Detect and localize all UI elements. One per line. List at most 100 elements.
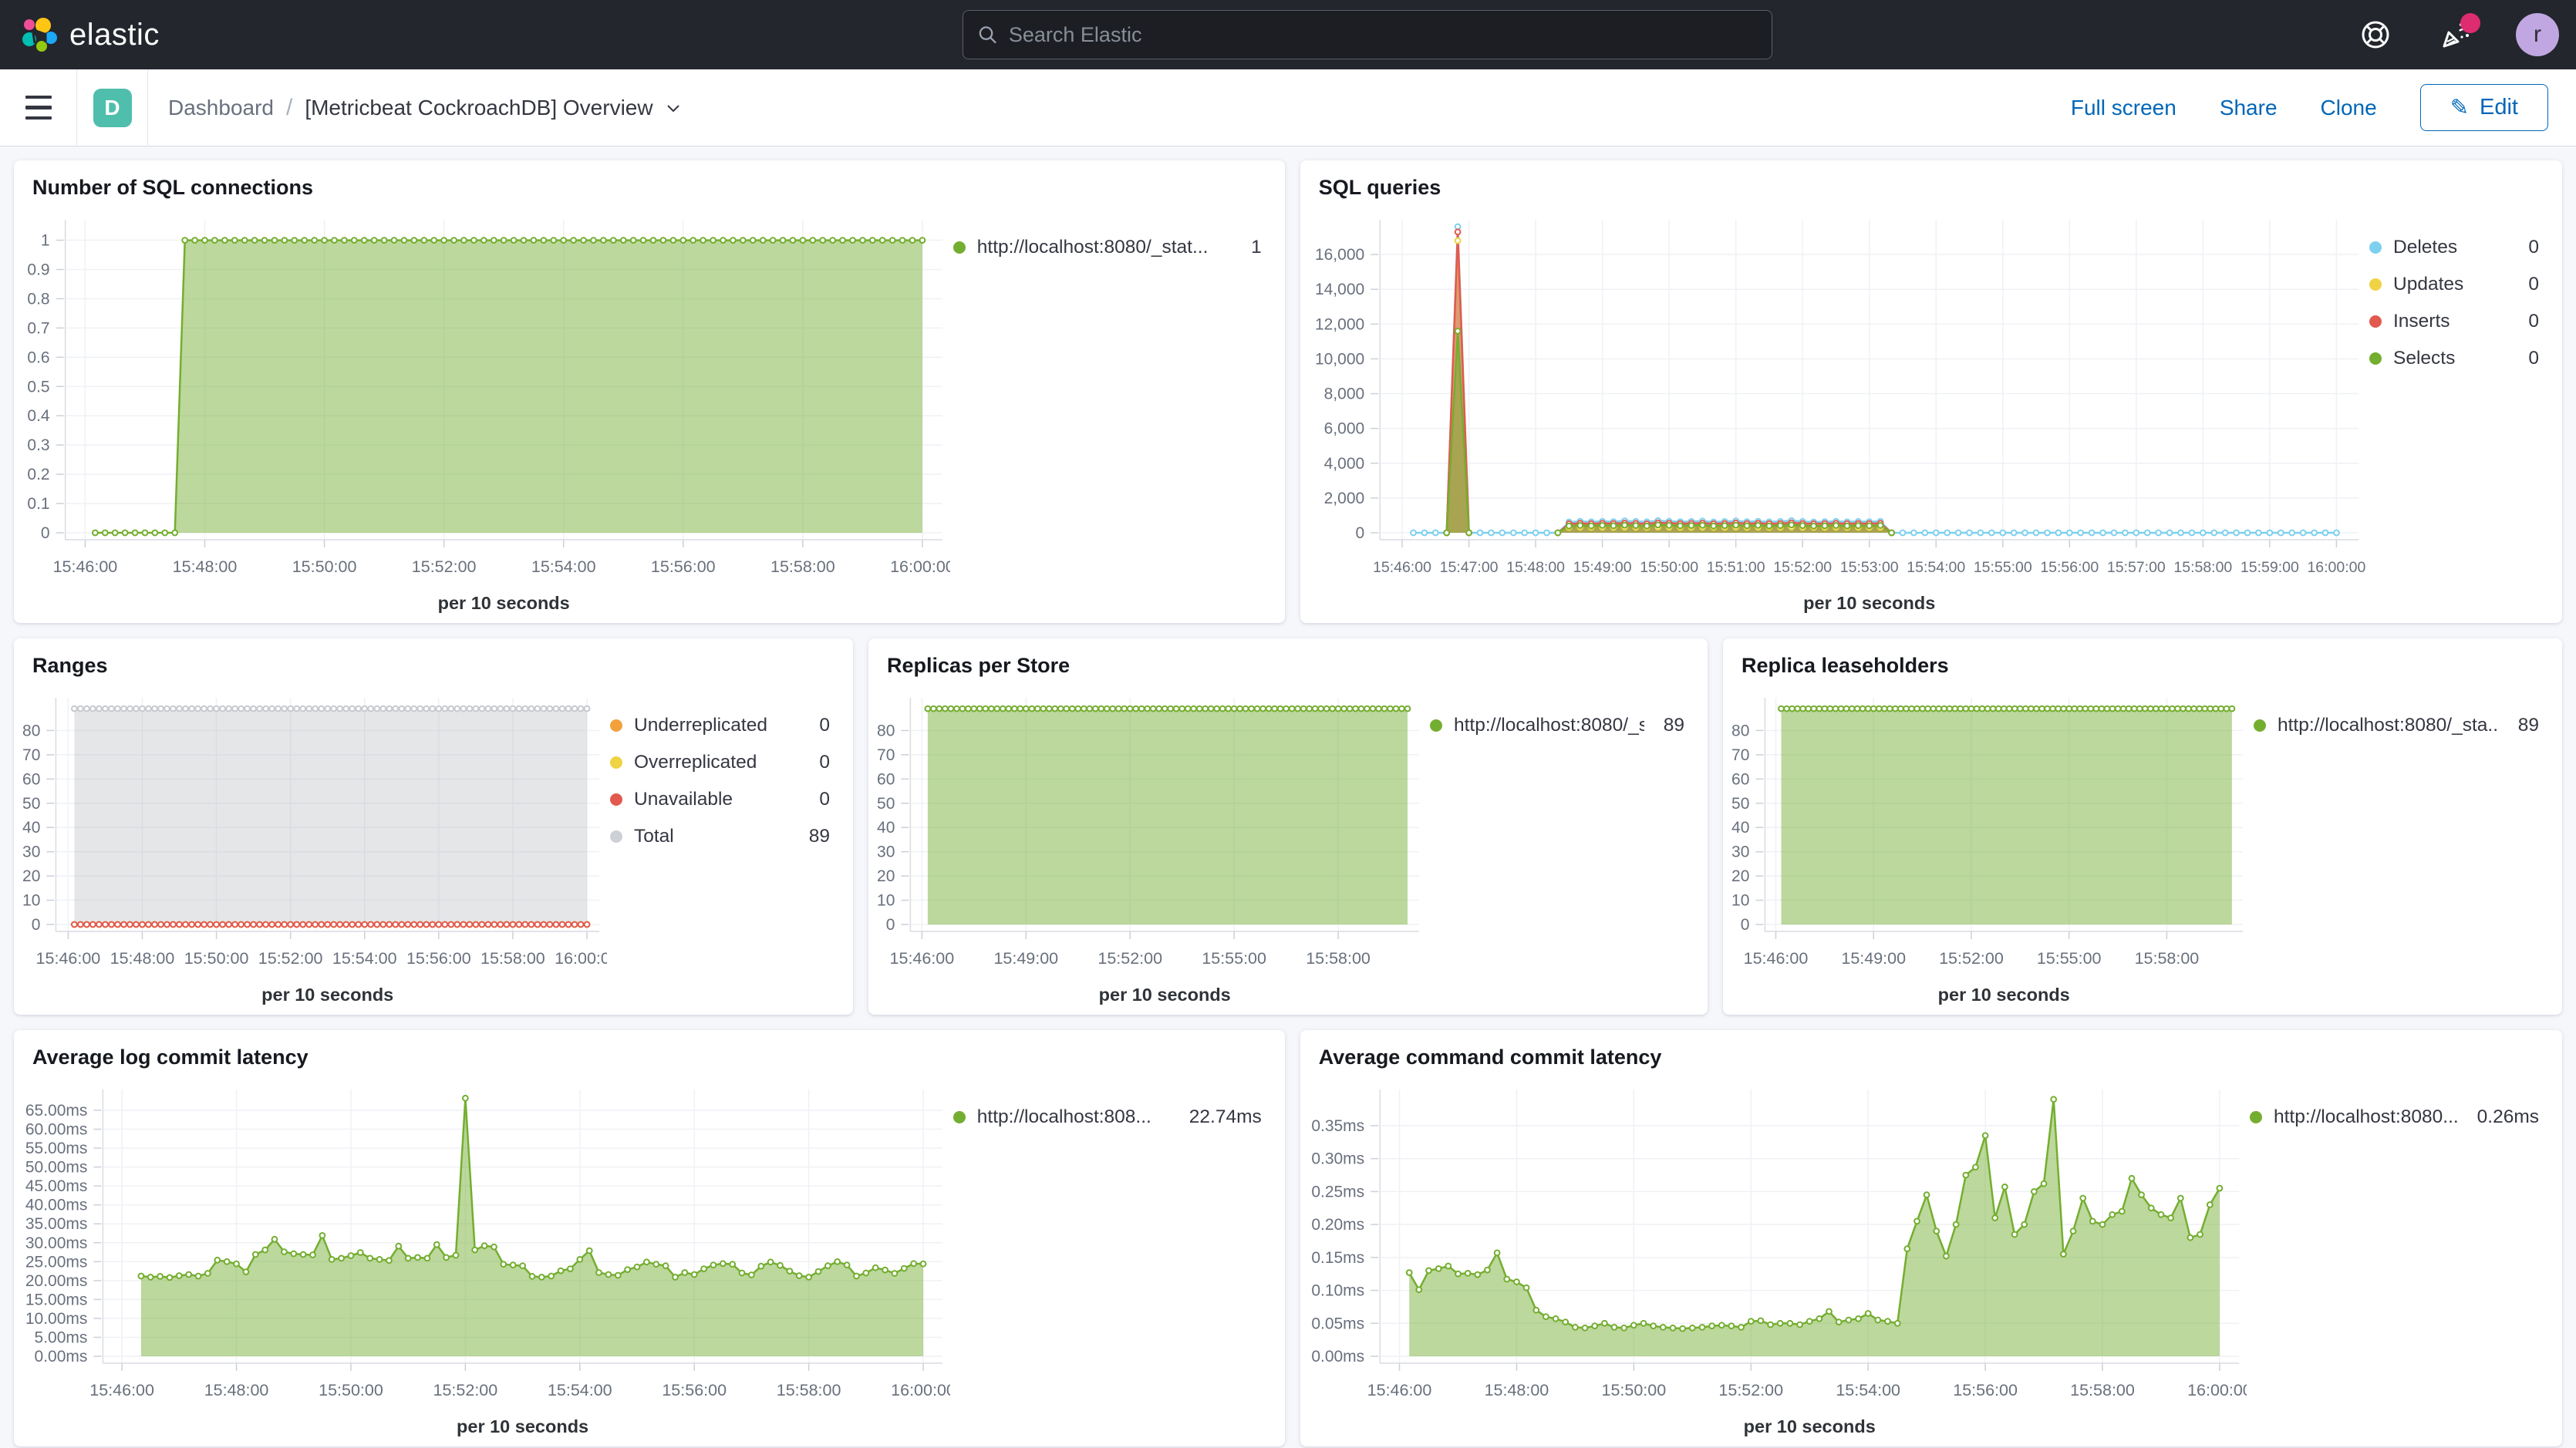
svg-text:15:47:00: 15:47:00	[1439, 559, 1498, 576]
page-title-text: [Metricbeat CockroachDB] Overview	[305, 96, 652, 120]
legend-value: 89	[1664, 715, 1684, 736]
svg-text:15:46:00: 15:46:00	[1373, 559, 1431, 576]
help-icon[interactable]	[2355, 15, 2396, 55]
panel-sql-connections: Number of SQL connections 15:46:0015:48:…	[14, 160, 1285, 623]
svg-text:15:52:00: 15:52:00	[258, 949, 323, 968]
legend-item[interactable]: Underreplicated0	[610, 715, 830, 736]
svg-text:15:58:00: 15:58:00	[2070, 1381, 2135, 1399]
space-badge[interactable]: D	[93, 89, 132, 127]
space-initial: D	[104, 96, 120, 120]
svg-text:16:00:00: 16:00:00	[2307, 559, 2365, 576]
svg-text:per 10 seconds: per 10 seconds	[1743, 1416, 1875, 1436]
legend-color-dot	[2369, 352, 2382, 365]
legend-value: 0	[2528, 348, 2539, 369]
svg-text:0.2: 0.2	[27, 466, 49, 483]
svg-text:15:56:00: 15:56:00	[1953, 1381, 2018, 1399]
breadcrumb-dashboard-link[interactable]: Dashboard	[168, 96, 274, 120]
breadcrumb: Dashboard / [Metricbeat CockroachDB] Ove…	[168, 95, 683, 121]
svg-text:50.00ms: 50.00ms	[25, 1159, 88, 1177]
ranges-chart[interactable]: 15:46:0015:48:0015:50:0015:52:0015:54:00…	[20, 679, 607, 1012]
sql-queries-chart[interactable]: 15:46:0015:47:0015:48:0015:49:0015:50:00…	[1307, 201, 2366, 620]
sql-connections-chart[interactable]: 15:46:0015:48:0015:50:0015:52:0015:54:00…	[20, 201, 950, 620]
svg-text:15:46:00: 15:46:00	[36, 949, 101, 968]
page-title[interactable]: [Metricbeat CockroachDB] Overview	[305, 96, 682, 120]
svg-text:15:54:00: 15:54:00	[1836, 1381, 1900, 1399]
svg-text:4,000: 4,000	[1323, 455, 1364, 473]
legend-item[interactable]: http://localhost:808...22.74ms	[953, 1106, 1262, 1128]
svg-text:20.00ms: 20.00ms	[25, 1272, 88, 1290]
svg-text:15:50:00: 15:50:00	[319, 1381, 383, 1399]
svg-text:8,000: 8,000	[1323, 386, 1364, 403]
legend-value: 0	[819, 752, 830, 773]
legend-item[interactable]: Inserts0	[2369, 311, 2539, 332]
newsfeed-icon[interactable]	[2436, 15, 2476, 55]
global-search[interactable]	[963, 10, 1772, 59]
legend-item[interactable]: Overreplicated0	[610, 752, 830, 773]
edit-button[interactable]: ✎ Edit	[2420, 84, 2548, 131]
legend-label: Inserts	[2393, 311, 2509, 332]
svg-text:0.10ms: 0.10ms	[1311, 1282, 1364, 1300]
panel-title: SQL queries	[1319, 176, 2562, 200]
svg-text:15:59:00: 15:59:00	[2241, 559, 2299, 576]
svg-text:10.00ms: 10.00ms	[25, 1310, 88, 1328]
svg-text:15:58:00: 15:58:00	[480, 949, 545, 968]
replicas-per-store-chart[interactable]: 15:46:0015:49:0015:52:0015:55:0015:58:00…	[875, 679, 1427, 1012]
legend-item[interactable]: Updates0	[2369, 274, 2539, 295]
svg-text:0: 0	[1355, 524, 1364, 542]
svg-text:15:50:00: 15:50:00	[184, 949, 249, 968]
svg-text:per 10 seconds: per 10 seconds	[457, 1416, 588, 1436]
legend-label: Total	[634, 826, 790, 847]
svg-text:15:57:00: 15:57:00	[2107, 559, 2166, 576]
svg-text:15:52:00: 15:52:00	[1939, 949, 2004, 968]
clone-button[interactable]: Clone	[2321, 96, 2377, 120]
svg-text:0.25ms: 0.25ms	[1311, 1183, 1364, 1200]
svg-text:0.15ms: 0.15ms	[1311, 1249, 1364, 1267]
svg-text:80: 80	[22, 722, 40, 739]
svg-text:6,000: 6,000	[1323, 420, 1364, 438]
legend-item[interactable]: Selects0	[2369, 348, 2539, 369]
search-icon	[977, 24, 998, 45]
svg-text:0: 0	[886, 916, 895, 934]
legend-value: 89	[2518, 715, 2539, 736]
elastic-brand[interactable]: elastic	[22, 17, 160, 52]
svg-text:10: 10	[22, 892, 40, 910]
legend-color-dot	[610, 793, 622, 806]
svg-text:20: 20	[1731, 867, 1749, 885]
svg-text:per 10 seconds: per 10 seconds	[1099, 985, 1231, 1005]
svg-text:15:46:00: 15:46:00	[89, 1381, 154, 1399]
svg-text:10: 10	[877, 892, 895, 910]
svg-text:0.00ms: 0.00ms	[1311, 1348, 1364, 1365]
legend-item[interactable]: http://localhost:8080/_sta...89	[2254, 715, 2539, 736]
legend-item[interactable]: http://localhost:8080...0.26ms	[2250, 1106, 2539, 1128]
avatar[interactable]: r	[2516, 13, 2559, 56]
menu-icon[interactable]	[0, 69, 77, 146]
svg-text:60: 60	[22, 770, 40, 788]
legend-item[interactable]: http://localhost:8080/_stat...1	[953, 237, 1262, 258]
search-input[interactable]	[1009, 23, 1758, 47]
command-commit-latency-chart[interactable]: 15:46:0015:48:0015:50:0015:52:0015:54:00…	[1307, 1071, 2247, 1443]
legend-item[interactable]: Unavailable0	[610, 789, 830, 810]
svg-text:50: 50	[22, 795, 40, 813]
svg-text:15:52:00: 15:52:00	[1773, 559, 1832, 576]
log-commit-latency-chart[interactable]: 15:46:0015:48:0015:50:0015:52:0015:54:00…	[20, 1071, 950, 1443]
svg-text:16,000: 16,000	[1315, 246, 1364, 264]
svg-text:0.5: 0.5	[27, 378, 49, 396]
svg-text:15:48:00: 15:48:00	[1484, 1381, 1549, 1399]
legend-item[interactable]: Total89	[610, 826, 830, 847]
svg-text:16:00:00: 16:00:00	[890, 557, 950, 576]
svg-text:14,000: 14,000	[1315, 281, 1364, 298]
svg-text:20: 20	[877, 867, 895, 885]
share-button[interactable]: Share	[2220, 96, 2278, 120]
full-screen-button[interactable]: Full screen	[2071, 96, 2176, 120]
svg-text:15:49:00: 15:49:00	[993, 949, 1058, 968]
legend-item[interactable]: http://localhost:8080/_sta...89	[1430, 715, 1684, 736]
svg-text:0.3: 0.3	[27, 436, 49, 454]
chart-legend: Deletes0Updates0Inserts0Selects0	[2366, 201, 2559, 620]
panel-title: Replica leaseholders	[1741, 654, 2562, 678]
replica-leaseholders-chart[interactable]: 15:46:0015:49:0015:52:0015:55:0015:58:00…	[1729, 679, 2251, 1012]
svg-text:40: 40	[877, 819, 895, 837]
svg-text:15:46:00: 15:46:00	[1744, 949, 1809, 968]
svg-text:15:54:00: 15:54:00	[1907, 559, 1965, 576]
svg-text:15:54:00: 15:54:00	[548, 1381, 612, 1399]
legend-item[interactable]: Deletes0	[2369, 237, 2539, 258]
